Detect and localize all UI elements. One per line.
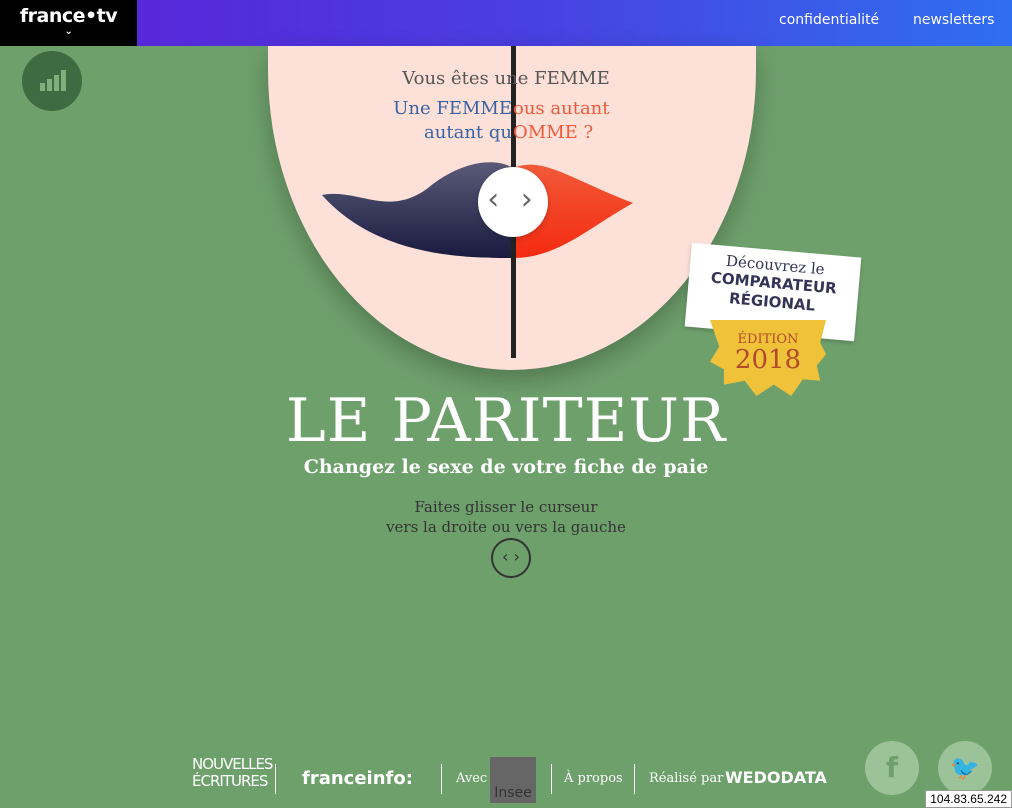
hint-line-1: Faites glisser le curseur [414, 498, 598, 516]
nouvelles-ecritures-logo[interactable]: NOUVELLES ÉCRITURES [192, 756, 273, 790]
nav-newsletters[interactable]: newsletters [913, 12, 994, 28]
slider-text-left: Une FEMME autant qu [392, 97, 512, 145]
slider-hint: Faites glisser le curseur vers la droite … [0, 497, 1012, 537]
hint-line-2: vers la droite ou vers la gauche [386, 518, 626, 536]
edition-year: 2018 [734, 345, 802, 375]
ip-address-label: 104.83.65.242 [925, 790, 1012, 808]
left-line-2: autant qu [424, 122, 512, 143]
insee-logo[interactable]: Insee [490, 757, 536, 803]
slider-question: Vous êtes une FEMME [402, 68, 610, 89]
right-line-2: OMME ? [513, 122, 594, 143]
twitter-icon[interactable]: 🐦 [938, 741, 992, 795]
slider-handle[interactable]: ‹ › [478, 167, 548, 237]
left-line-1: Une FEMME [393, 98, 512, 119]
slider-text-right: ous autant OMME ? [513, 97, 610, 145]
page-subtitle: Changez le sexe de votre fiche de paie [303, 456, 709, 478]
left-right-arrows-icon: ‹ › [491, 538, 531, 578]
a-propos-link[interactable]: À propos [564, 771, 623, 786]
edition-label: ÉDITION [737, 332, 799, 347]
facebook-icon[interactable]: f [865, 741, 919, 795]
francetv-logo[interactable]: france•tv ⌄ [0, 0, 137, 46]
divider [634, 764, 635, 794]
logo-text: france•tv [19, 5, 118, 27]
franceinfo-logo[interactable]: franceinfo: [302, 768, 413, 789]
right-line-1: ous autant [513, 98, 610, 119]
avec-label: Avec [456, 771, 488, 786]
page-title: LE PARITEUR [285, 386, 727, 456]
nav-confidentialite[interactable]: confidentialité [779, 12, 879, 28]
realise-par-label: Réalisé par [649, 771, 724, 786]
wedodata-logo[interactable]: WEDODATA [725, 768, 827, 787]
edition-seal[interactable]: ÉDITION 2018 [710, 320, 826, 396]
divider [551, 764, 552, 794]
chevron-down-icon[interactable]: ⌄ [0, 27, 137, 37]
divider [441, 764, 442, 794]
divider [275, 764, 276, 794]
